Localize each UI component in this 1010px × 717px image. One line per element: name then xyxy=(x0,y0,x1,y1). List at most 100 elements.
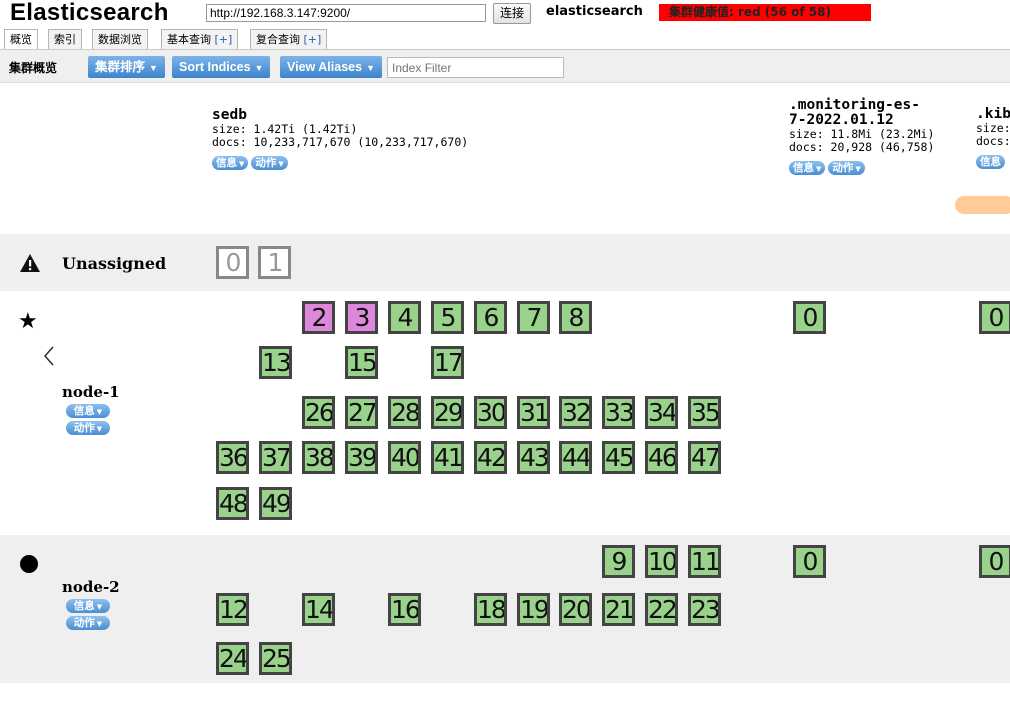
action-button[interactable]: 动作 ▼ xyxy=(251,155,288,170)
shard[interactable]: 49 xyxy=(259,487,292,520)
node-action-button[interactable]: 动作 ▼ xyxy=(66,421,110,435)
index-header-kibana: .kib size: docs: 信息 xyxy=(976,107,1010,170)
shard[interactable]: 21 xyxy=(602,593,635,626)
caret-down-icon: ▼ xyxy=(278,159,284,168)
shard-relocating[interactable]: 3 xyxy=(345,301,378,334)
caret-down-icon: ▼ xyxy=(239,159,245,168)
shard[interactable]: 20 xyxy=(559,593,592,626)
shard[interactable]: 47 xyxy=(688,441,721,474)
connect-button[interactable]: 连接 xyxy=(493,3,532,24)
shard[interactable]: 6 xyxy=(474,301,507,334)
shard[interactable]: 17 xyxy=(431,346,464,379)
shard[interactable]: 43 xyxy=(517,441,550,474)
tab-overview[interactable]: 概览 xyxy=(4,29,38,49)
shard[interactable]: 23 xyxy=(688,593,721,626)
shard[interactable]: 42 xyxy=(474,441,507,474)
caret-down-icon: ▼ xyxy=(96,620,103,628)
info-button[interactable]: 信息 ▼ xyxy=(789,160,826,175)
index-name: .kib xyxy=(976,107,1010,122)
shard[interactable]: 46 xyxy=(645,441,678,474)
info-button[interactable]: 信息 xyxy=(976,154,1005,169)
tab-compound-query[interactable]: 复合查询 [+] xyxy=(250,29,328,49)
shard[interactable]: 28 xyxy=(388,396,421,429)
pill-label: 信息 xyxy=(980,155,1001,168)
index-name-cont: 7-2022.01.12 xyxy=(789,112,894,128)
view-aliases-button[interactable]: View Aliases ▼ xyxy=(280,56,382,78)
shard[interactable]: 38 xyxy=(302,441,335,474)
unassigned-label: Unassigned xyxy=(62,254,167,273)
shard[interactable]: 0 xyxy=(793,301,826,334)
node-name: node-2 xyxy=(62,578,120,596)
info-button[interactable]: 信息 ▼ xyxy=(212,155,249,170)
shard-relocating[interactable]: 2 xyxy=(302,301,335,334)
tab-label: 基本查询 xyxy=(167,33,211,46)
index-filter-input[interactable] xyxy=(387,57,564,78)
tab-indices[interactable]: 索引 xyxy=(48,29,82,49)
shard[interactable]: 35 xyxy=(688,396,721,429)
sort-cluster-button[interactable]: 集群排序 ▼ xyxy=(88,56,165,78)
shard[interactable]: 8 xyxy=(559,301,592,334)
shard[interactable]: 16 xyxy=(388,593,421,626)
pill-label: 信息 xyxy=(73,600,95,612)
shard[interactable]: 34 xyxy=(645,396,678,429)
shard[interactable]: 30 xyxy=(474,396,507,429)
sort-indices-button[interactable]: Sort Indices ▼ xyxy=(172,56,271,78)
shard[interactable]: 44 xyxy=(559,441,592,474)
index-status-bar xyxy=(955,196,1010,214)
index-docs: docs: 10,233,717,670 (10,233,717,670) xyxy=(212,135,469,149)
shard[interactable]: 18 xyxy=(474,593,507,626)
shard[interactable]: 31 xyxy=(517,396,550,429)
shard[interactable]: 40 xyxy=(388,441,421,474)
shard[interactable]: 12 xyxy=(216,593,249,626)
pill-label: 动作 xyxy=(73,422,95,434)
shard[interactable]: 33 xyxy=(602,396,635,429)
toolbar-title: 集群概览 xyxy=(9,61,58,75)
shard[interactable]: 7 xyxy=(517,301,550,334)
cluster-url-input[interactable] xyxy=(206,4,486,22)
tab-browser[interactable]: 数据浏览 xyxy=(92,29,148,49)
shard-unassigned[interactable]: 0 xyxy=(216,246,249,279)
shard[interactable]: 22 xyxy=(645,593,678,626)
shard[interactable]: 4 xyxy=(388,301,421,334)
shard[interactable]: 5 xyxy=(431,301,464,334)
shard[interactable]: 9 xyxy=(602,545,635,578)
shard[interactable]: 48 xyxy=(216,487,249,520)
shard[interactable]: 39 xyxy=(345,441,378,474)
node-action-button[interactable]: 动作 ▼ xyxy=(66,616,110,630)
shard[interactable]: 0 xyxy=(979,301,1010,334)
shard[interactable]: 13 xyxy=(259,346,292,379)
caret-down-icon: ▼ xyxy=(96,425,103,433)
shard[interactable]: 0 xyxy=(793,545,826,578)
shard[interactable]: 36 xyxy=(216,441,249,474)
tab-label: 概览 xyxy=(10,33,32,46)
caret-down-icon: ▼ xyxy=(149,63,158,73)
shard[interactable]: 10 xyxy=(645,545,678,578)
tab-basic-query[interactable]: 基本查询 [+] xyxy=(161,29,239,49)
index-header-monitoring: .monitoring-es- 7-2022.01.12 size: 11.8M… xyxy=(789,98,934,176)
cluster-health-badge: 集群健康值: red (56 of 58) xyxy=(659,4,871,21)
shard[interactable]: 41 xyxy=(431,441,464,474)
action-button[interactable]: 动作 ▼ xyxy=(828,160,865,175)
node-info-button[interactable]: 信息 ▼ xyxy=(66,599,110,613)
shard-unassigned[interactable]: 1 xyxy=(258,246,291,279)
node-circle-icon xyxy=(20,555,38,573)
shard[interactable]: 14 xyxy=(302,593,335,626)
shard[interactable]: 45 xyxy=(602,441,635,474)
shard[interactable]: 24 xyxy=(216,642,249,675)
shard[interactable]: 26 xyxy=(302,396,335,429)
shard[interactable]: 37 xyxy=(259,441,292,474)
shard[interactable]: 0 xyxy=(979,545,1010,578)
shard[interactable]: 32 xyxy=(559,396,592,429)
shard[interactable]: 15 xyxy=(345,346,378,379)
index-actions: 信息 ▼ 动作 ▼ xyxy=(789,157,934,176)
shard[interactable]: 27 xyxy=(345,396,378,429)
shard[interactable]: 19 xyxy=(517,593,550,626)
node-info-button[interactable]: 信息 ▼ xyxy=(66,404,110,418)
node-actions: 信息 ▼ 动作 ▼ xyxy=(66,596,110,630)
chevron-left-icon[interactable] xyxy=(42,344,56,368)
caret-down-icon: ▼ xyxy=(855,164,861,173)
shard[interactable]: 25 xyxy=(259,642,292,675)
shard[interactable]: 29 xyxy=(431,396,464,429)
shard[interactable]: 11 xyxy=(688,545,721,578)
master-star-icon: ★ xyxy=(18,309,38,334)
